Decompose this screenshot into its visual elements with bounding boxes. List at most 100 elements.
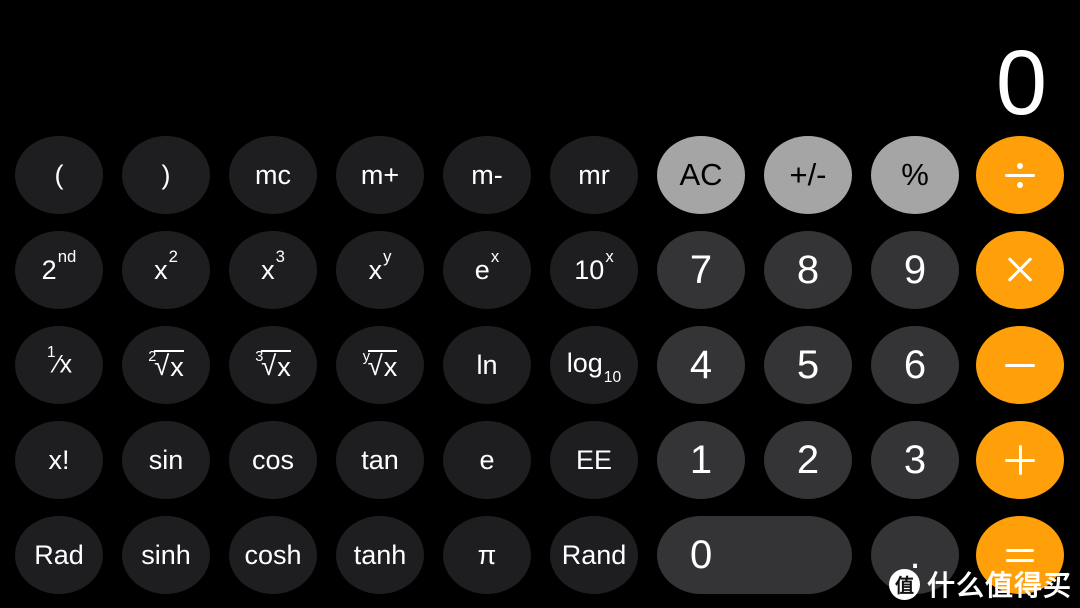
equals-icon (1003, 538, 1037, 572)
key-digit-3[interactable]: 3 (871, 421, 959, 499)
key-label: e (479, 444, 495, 475)
key-digit-0[interactable]: 0 (657, 516, 852, 594)
keypad-row: 2nd x2 x3 xy ex 10x 7 8 9 (0, 225, 1080, 320)
key-label: 0 (690, 532, 713, 577)
keypad-row: 1⁄x 2 √ x 3 √ x y √ x ln log10 4 5 6 (0, 320, 1080, 415)
key-digit-1[interactable]: 1 (657, 421, 745, 499)
key-second-function[interactable]: 2nd (15, 231, 103, 309)
key-memory-subtract[interactable]: m- (443, 136, 531, 214)
key-label: 3 √ x (255, 348, 291, 383)
key-label: tan (361, 444, 399, 475)
key-digit-2[interactable]: 2 (764, 421, 852, 499)
key-label: ex (474, 247, 500, 285)
key-cube-root[interactable]: 3 √ x (229, 326, 317, 404)
key-label: . (909, 532, 921, 577)
key-decimal-point[interactable]: . (871, 516, 959, 594)
key-e-to-the-x[interactable]: ex (443, 231, 531, 309)
key-digit-7[interactable]: 7 (657, 231, 745, 309)
key-memory-add[interactable]: m+ (336, 136, 424, 214)
key-label: x3 (261, 247, 285, 285)
key-label: mr (578, 159, 610, 190)
key-digit-6[interactable]: 6 (871, 326, 959, 404)
key-label: log10 (566, 347, 622, 387)
key-label: cosh (244, 539, 302, 570)
key-equals[interactable] (976, 516, 1064, 594)
key-label: xy (368, 247, 392, 285)
key-label: mc (255, 159, 291, 190)
key-label: 1 (689, 437, 713, 482)
plus-icon (1003, 443, 1037, 477)
key-label: x! (48, 444, 70, 475)
key-label: tanh (353, 539, 407, 570)
key-factorial[interactable]: x! (15, 421, 103, 499)
key-label: 4 (689, 342, 713, 387)
key-digit-5[interactable]: 5 (764, 326, 852, 404)
calculator-display: 0 (0, 0, 1080, 129)
key-cosine[interactable]: cos (229, 421, 317, 499)
key-label: 9 (903, 247, 927, 292)
keypad-row: Rad sinh cosh tanh π Rand 0. (0, 510, 1080, 605)
key-label: 3 (903, 437, 927, 482)
key-angle-mode-rad[interactable]: Rad (15, 516, 103, 594)
key-digit-4[interactable]: 4 (657, 326, 745, 404)
multiply-icon (1003, 253, 1037, 287)
key-all-clear[interactable]: AC (657, 136, 745, 214)
minus-icon (1003, 348, 1037, 382)
key-label: 1⁄x (46, 344, 73, 379)
key-log-base-ten[interactable]: log10 (550, 326, 638, 404)
key-open-paren[interactable]: ( (15, 136, 103, 214)
key-digit-8[interactable]: 8 (764, 231, 852, 309)
key-euler-constant[interactable]: e (443, 421, 531, 499)
key-ten-to-the-x[interactable]: 10x (550, 231, 638, 309)
key-label: +/- (789, 157, 827, 192)
key-random[interactable]: Rand (550, 516, 638, 594)
key-label: y √ x (362, 348, 398, 383)
key-label: 7 (689, 247, 713, 292)
key-label: 8 (796, 247, 820, 292)
key-sine[interactable]: sin (122, 421, 210, 499)
key-label: ) (161, 159, 171, 190)
calculator-app: 0 () mc m+ m-mr AC +/-% 2nd x2 x3 xy ex 10x 7 8 9 1⁄x 2 √… (0, 0, 1080, 608)
key-label: 10x (574, 247, 614, 285)
key-label: EE (575, 444, 613, 475)
key-hyperbolic-cosine[interactable]: cosh (229, 516, 317, 594)
key-reciprocal[interactable]: 1⁄x (15, 326, 103, 404)
key-x-to-the-y[interactable]: xy (336, 231, 424, 309)
key-hyperbolic-tangent[interactable]: tanh (336, 516, 424, 594)
key-label: ( (54, 159, 64, 190)
key-natural-log[interactable]: ln (443, 326, 531, 404)
divide-icon (1003, 158, 1037, 192)
key-label: sinh (141, 539, 191, 570)
key-y-root[interactable]: y √ x (336, 326, 424, 404)
key-label: AC (679, 157, 723, 192)
key-tangent[interactable]: tan (336, 421, 424, 499)
key-subtract[interactable] (976, 326, 1064, 404)
key-exponent-entry[interactable]: EE (550, 421, 638, 499)
key-x-cubed[interactable]: x3 (229, 231, 317, 309)
key-label: m+ (360, 159, 400, 190)
key-label: 5 (796, 342, 820, 387)
key-hyperbolic-sine[interactable]: sinh (122, 516, 210, 594)
key-x-squared[interactable]: x2 (122, 231, 210, 309)
key-add[interactable] (976, 421, 1064, 499)
key-pi-constant[interactable]: π (443, 516, 531, 594)
key-label: Rand (561, 539, 627, 570)
key-label: sin (148, 444, 184, 475)
key-plus-minus[interactable]: +/- (764, 136, 852, 214)
key-close-paren[interactable]: ) (122, 136, 210, 214)
key-divide[interactable] (976, 136, 1064, 214)
keypad-row: () mc m+ m-mr AC +/-% (0, 130, 1080, 225)
key-digit-9[interactable]: 9 (871, 231, 959, 309)
key-multiply[interactable] (976, 231, 1064, 309)
key-label: 6 (903, 342, 927, 387)
key-label: x2 (154, 247, 178, 285)
key-memory-clear[interactable]: mc (229, 136, 317, 214)
keypad-row: x! sin cos tan e EE 1 2 3 (0, 415, 1080, 510)
key-label: m- (471, 159, 503, 190)
key-square-root[interactable]: 2 √ x (122, 326, 210, 404)
key-label: 2 √ x (148, 348, 184, 383)
key-percent[interactable]: % (871, 136, 959, 214)
key-label: 2 (796, 437, 820, 482)
key-label: 2nd (41, 247, 77, 285)
key-memory-recall[interactable]: mr (550, 136, 638, 214)
